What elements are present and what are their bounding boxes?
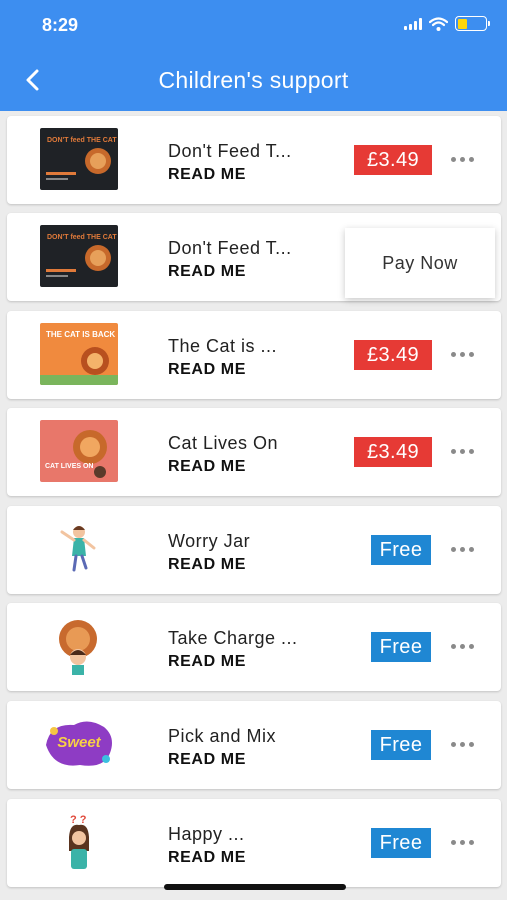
- more-options-icon[interactable]: [451, 640, 475, 652]
- price-badge[interactable]: £3.49: [354, 437, 432, 467]
- cover-title: ? ?: [70, 814, 87, 826]
- price-badge[interactable]: £3.49: [354, 340, 432, 370]
- book-card[interactable]: DON'T feed THE CAT Don't Feed T... READ …: [7, 213, 501, 301]
- book-cover: DON'T feed THE CAT: [40, 225, 118, 287]
- status-time: 8:29: [42, 15, 79, 35]
- price-badge[interactable]: £3.49: [354, 145, 432, 175]
- book-title: Take Charge ...: [168, 628, 298, 648]
- page-title: Children's support: [158, 67, 349, 93]
- book-title: The Cat is ...: [168, 336, 278, 356]
- book-illustration: [40, 518, 118, 580]
- book-card[interactable]: Worry Jar READ ME Free: [7, 506, 501, 594]
- read-me-link[interactable]: READ ME: [168, 556, 246, 574]
- book-illustration: [40, 615, 118, 677]
- read-me-link[interactable]: READ ME: [168, 263, 246, 281]
- book-card[interactable]: DON'T feed THE CAT Don't Feed T... READ …: [7, 116, 501, 204]
- book-card[interactable]: THE CAT IS BACK The Cat is ... READ ME £…: [7, 311, 501, 399]
- free-badge[interactable]: Free: [371, 828, 431, 858]
- battery-icon: [455, 16, 490, 31]
- cover-title: Sweet: [57, 734, 101, 751]
- read-me-link[interactable]: READ ME: [168, 653, 246, 671]
- free-badge[interactable]: Free: [371, 535, 431, 565]
- wifi-icon: [429, 16, 448, 31]
- more-options-icon[interactable]: [451, 153, 475, 165]
- book-title: Don't Feed T...: [168, 238, 292, 258]
- cover-title: DON'T feed THE CAT: [47, 234, 117, 241]
- read-me-link[interactable]: READ ME: [168, 751, 246, 769]
- app-header: 8:29 Children's support: [0, 0, 507, 111]
- read-me-link[interactable]: READ ME: [168, 166, 246, 184]
- book-title: Pick and Mix: [168, 726, 277, 746]
- cover-title: DON'T feed THE CAT: [47, 137, 117, 144]
- more-options-icon[interactable]: [451, 348, 475, 360]
- book-card[interactable]: Sweet Pick and Mix READ ME Free: [7, 701, 501, 789]
- free-badge[interactable]: Free: [371, 730, 431, 760]
- book-illustration: Sweet: [40, 713, 118, 775]
- book-title: Don't Feed T...: [168, 141, 292, 161]
- book-card[interactable]: ? ? Happy ... READ ME Free: [7, 799, 501, 887]
- book-cover: CAT LIVES ON: [40, 420, 118, 482]
- home-indicator[interactable]: [164, 884, 346, 890]
- free-badge[interactable]: Free: [371, 632, 431, 662]
- status-icons: [404, 16, 490, 31]
- book-cover: DON'T feed THE CAT: [40, 128, 118, 190]
- book-title: Worry Jar: [168, 531, 251, 551]
- more-options-icon[interactable]: [451, 738, 475, 750]
- read-me-link[interactable]: READ ME: [168, 458, 246, 476]
- book-card[interactable]: Take Charge ... READ ME Free: [7, 603, 501, 691]
- more-options-icon[interactable]: [451, 836, 475, 848]
- pay-now-popover[interactable]: Pay Now: [345, 228, 495, 298]
- book-cover: THE CAT IS BACK: [40, 323, 118, 385]
- cover-title: CAT LIVES ON: [45, 463, 93, 470]
- read-me-link[interactable]: READ ME: [168, 849, 246, 867]
- signal-icon: [404, 17, 422, 30]
- more-options-icon[interactable]: [451, 543, 475, 555]
- book-title: Cat Lives On: [168, 433, 279, 453]
- more-options-icon[interactable]: [451, 445, 475, 457]
- book-illustration: ? ?: [40, 811, 118, 873]
- cover-title: THE CAT IS BACK: [46, 330, 115, 339]
- book-title: Happy ...: [168, 824, 245, 844]
- read-me-link[interactable]: READ ME: [168, 361, 246, 379]
- book-card[interactable]: CAT LIVES ON Cat Lives On READ ME £3.49: [7, 408, 501, 496]
